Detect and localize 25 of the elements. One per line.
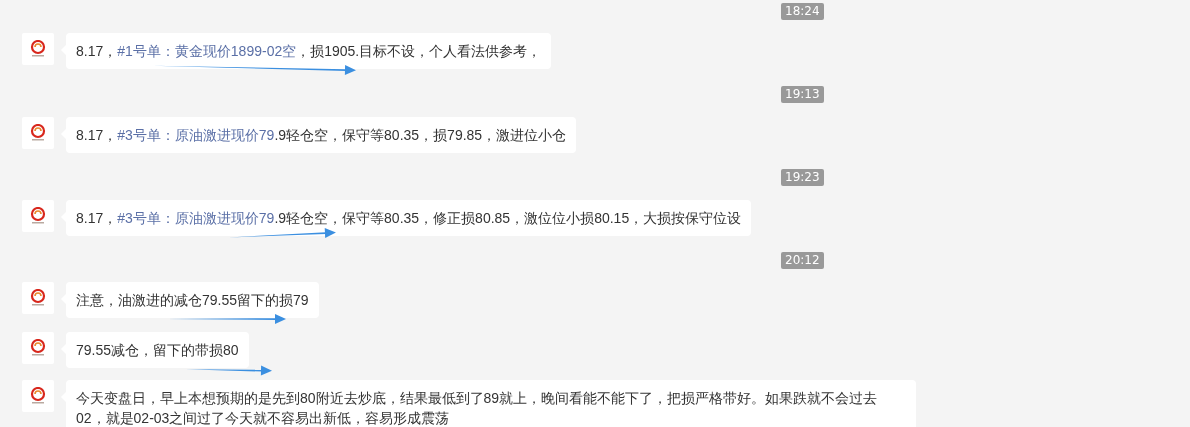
avatar[interactable]: [22, 282, 54, 314]
logo-icon: [30, 289, 46, 307]
timestamp: 20:12: [781, 252, 824, 269]
message-link[interactable]: #3号单：原油激进现价79: [117, 127, 275, 143]
avatar[interactable]: [22, 200, 54, 232]
logo-icon: [30, 40, 46, 58]
logo-icon: [30, 387, 46, 405]
message-text: 8.17，#1号单：黄金现价1899-02空，损1905.目标不设，个人看法供参考，: [76, 43, 542, 59]
message-link[interactable]: #1号单：黄金现价1899-02空: [117, 43, 297, 59]
logo-icon: [30, 207, 46, 225]
message-text: 8.17，#3号单：原油激进现价79.9轻仓空，保守等80.35，修正损80.85，激位位小损80.15，大损按保守位设: [76, 210, 742, 226]
logo-icon: [30, 124, 46, 142]
avatar[interactable]: [22, 33, 54, 65]
timestamp: 19:13: [781, 86, 824, 103]
timestamp: 18:24: [781, 3, 824, 20]
message-text: 今天变盘日，早上本想预期的是先到80附近去炒底，结果最低到了89就上，晚间看能不能下了，把损严格带好。如果跌就不会过去02，就是02-03之间过了今天就不容易出新低，容易形成震荡: [76, 390, 878, 426]
message-text: 注意，油激进的减仓79.55留下的损79: [76, 292, 309, 308]
avatar[interactable]: [22, 380, 54, 412]
message-text: 8.17，#3号单：原油激进现价79.9轻仓空，保守等80.35，损79.85，激进位小仓: [76, 127, 567, 143]
timestamp: 19:23: [781, 169, 824, 186]
avatar[interactable]: [22, 117, 54, 149]
message-text: 79.55减仓，留下的带损80: [76, 342, 239, 358]
logo-icon: [30, 339, 46, 357]
message-link[interactable]: #3号单：原油激进现价79: [117, 210, 275, 226]
avatar[interactable]: [22, 332, 54, 364]
